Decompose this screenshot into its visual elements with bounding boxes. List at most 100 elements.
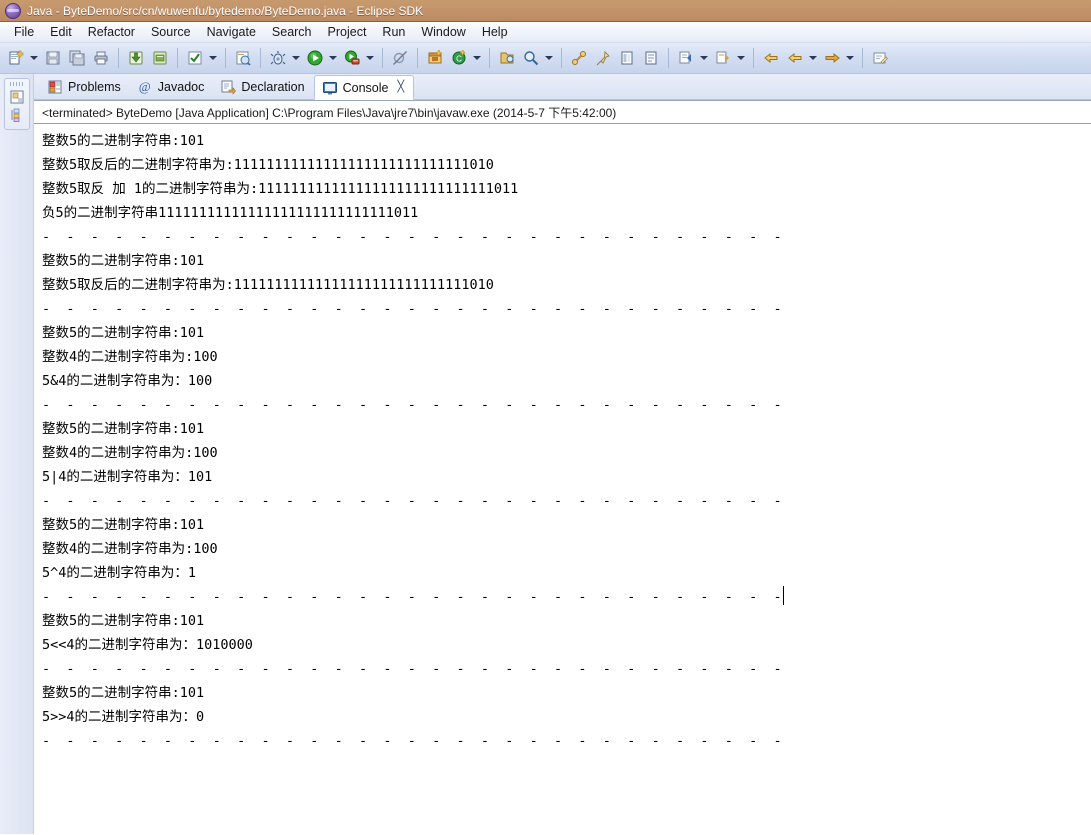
- toolbar-search-button[interactable]: [520, 47, 542, 69]
- next-annotation-icon: [715, 50, 731, 66]
- chevron-down-icon[interactable]: [543, 47, 554, 69]
- toolbar-new-wizard-button[interactable]: [5, 47, 27, 69]
- toolbar-back-button[interactable]: [760, 47, 782, 69]
- export-icon: [152, 50, 168, 66]
- menu-item-search[interactable]: Search: [264, 23, 320, 41]
- console-line: 整数5的二进制字符串:101: [42, 129, 1091, 153]
- toolbar-skip-breakpoints-button[interactable]: [389, 47, 411, 69]
- toolbar-separator: [417, 48, 418, 68]
- console-line: 整数5的二进制字符串:101: [42, 513, 1091, 537]
- toolbar-run-external-tools-button[interactable]: [341, 47, 363, 69]
- toolbar-debug-button[interactable]: [267, 47, 289, 69]
- menu-item-window[interactable]: Window: [413, 23, 473, 41]
- toolbar-new-java-package-button[interactable]: [424, 47, 446, 69]
- menu-item-source[interactable]: Source: [143, 23, 199, 41]
- console-line: 整数5的二进制字符串:101: [42, 321, 1091, 345]
- fast-view-bar: [0, 74, 34, 834]
- open-type-icon: [235, 50, 251, 66]
- chevron-down-icon[interactable]: [698, 47, 709, 69]
- console-line-text: - - - - - - - - - - - - - - - - - - - - …: [42, 301, 782, 317]
- toolbar-separator: [561, 48, 562, 68]
- tab-problems[interactable]: Problems: [40, 75, 130, 99]
- toolbar-run-button[interactable]: [304, 47, 326, 69]
- console-process-label: <terminated> ByteDemo [Java Application]…: [34, 101, 1091, 124]
- toolbar-import-button[interactable]: [125, 47, 147, 69]
- close-icon[interactable]: ╳: [397, 82, 404, 93]
- toolbar-show-whitespace-button[interactable]: [640, 47, 662, 69]
- console-line: 整数4的二进制字符串为:100: [42, 345, 1091, 369]
- toolbar-separator: [753, 48, 754, 68]
- console-line: 5|4的二进制字符串为：101: [42, 465, 1091, 489]
- fast-view-stack[interactable]: [3, 78, 30, 130]
- toolbar-next-annotation-button[interactable]: [712, 47, 734, 69]
- build-all-icon: [187, 50, 203, 66]
- toolbar-previous-annotation-button[interactable]: [675, 47, 697, 69]
- toolbar-save-all-button[interactable]: [66, 47, 88, 69]
- skip-breakpoints-icon: [392, 50, 408, 66]
- search-icon: [523, 50, 539, 66]
- chevron-down-icon[interactable]: [807, 47, 818, 69]
- import-icon: [128, 50, 144, 66]
- console-line: - - - - - - - - - - - - - - - - - - - - …: [42, 489, 1091, 513]
- toolbar-save-button[interactable]: [42, 47, 64, 69]
- chevron-down-icon[interactable]: [735, 47, 746, 69]
- javadoc-icon: @: [138, 79, 151, 94]
- menu-item-edit[interactable]: Edit: [42, 23, 80, 41]
- toolbar-last-edit-location-button[interactable]: [869, 47, 891, 69]
- console-line-text: - - - - - - - - - - - - - - - - - - - - …: [42, 733, 782, 749]
- console-line-text: 整数5的二进制字符串:101: [42, 421, 205, 437]
- outline-view-icon[interactable]: [9, 107, 25, 123]
- chevron-down-icon[interactable]: [327, 47, 338, 69]
- svg-text:C: C: [456, 55, 462, 64]
- console-line-text: 整数5的二进制字符串:101: [42, 253, 205, 269]
- console-line-text: - - - - - - - - - - - - - - - - - - - - …: [42, 589, 782, 605]
- chevron-down-icon[interactable]: [207, 47, 218, 69]
- tab-label: Javadoc: [157, 80, 205, 94]
- toolbar-build-all-button[interactable]: [184, 47, 206, 69]
- toolbar-toggle-block-selection-button[interactable]: [616, 47, 638, 69]
- toolbar-export-button[interactable]: [149, 47, 171, 69]
- toolbar-new-java-class-button[interactable]: C: [448, 47, 470, 69]
- new-java-package-icon: [427, 50, 443, 66]
- console-line-text: - - - - - - - - - - - - - - - - - - - - …: [42, 229, 782, 245]
- chevron-down-icon[interactable]: [364, 47, 375, 69]
- console-line: - - - - - - - - - - - - - - - - - - - - …: [42, 393, 1091, 417]
- console-line-text: - - - - - - - - - - - - - - - - - - - - …: [42, 397, 782, 413]
- package-explorer-icon[interactable]: [9, 89, 25, 105]
- toolbar-open-type-button[interactable]: [232, 47, 254, 69]
- menu-item-navigate[interactable]: Navigate: [199, 23, 264, 41]
- menu-item-help[interactable]: Help: [474, 23, 516, 41]
- toolbar: C: [0, 43, 1091, 74]
- console-output[interactable]: 整数5的二进制字符串:101 整数5取反后的二进制字符串为:11111111111…: [34, 124, 1091, 834]
- menu-item-file[interactable]: File: [6, 23, 42, 41]
- tab-console[interactable]: Console ╳: [313, 75, 415, 100]
- toolbar-open-task-button[interactable]: [496, 47, 518, 69]
- menu-item-refactor[interactable]: Refactor: [80, 23, 143, 41]
- menu-item-run[interactable]: Run: [374, 23, 413, 41]
- toggle-block-selection-icon: [619, 50, 635, 66]
- run-icon: [307, 50, 323, 66]
- console-line-text: 整数5的二进制字符串:101: [42, 613, 205, 629]
- toolbar-link-editor-button[interactable]: [568, 47, 590, 69]
- menubar: File Edit Refactor Source Navigate Search Proj…: [0, 22, 1091, 43]
- toolbar-forward-history-button[interactable]: [821, 47, 843, 69]
- chevron-down-icon[interactable]: [471, 47, 482, 69]
- debug-icon: [270, 50, 286, 66]
- toolbar-print-button[interactable]: [90, 47, 112, 69]
- previous-annotation-icon: [678, 50, 694, 66]
- console-line-text: 整数5的二进制字符串:101: [42, 685, 205, 701]
- console-line-text: 5>>4的二进制字符串为：0: [42, 709, 205, 725]
- chevron-down-icon[interactable]: [28, 47, 39, 69]
- toolbar-forward-button[interactable]: [784, 47, 806, 69]
- toolbar-pin-editor-button[interactable]: [592, 47, 614, 69]
- fast-view-grip[interactable]: [9, 82, 24, 86]
- menu-item-project[interactable]: Project: [320, 23, 375, 41]
- console-line-text: 5|4的二进制字符串为：101: [42, 469, 213, 485]
- chevron-down-icon[interactable]: [844, 47, 855, 69]
- console-line-text: 5&4的二进制字符串为：100: [42, 373, 213, 389]
- save-all-icon: [69, 50, 85, 66]
- tab-declaration[interactable]: Declaration: [213, 75, 313, 99]
- chevron-down-icon[interactable]: [290, 47, 301, 69]
- tab-javadoc[interactable]: @ Javadoc: [130, 75, 214, 99]
- console-line-text: 整数5取反后的二进制字符串为:1111111111111111111111111…: [42, 277, 494, 293]
